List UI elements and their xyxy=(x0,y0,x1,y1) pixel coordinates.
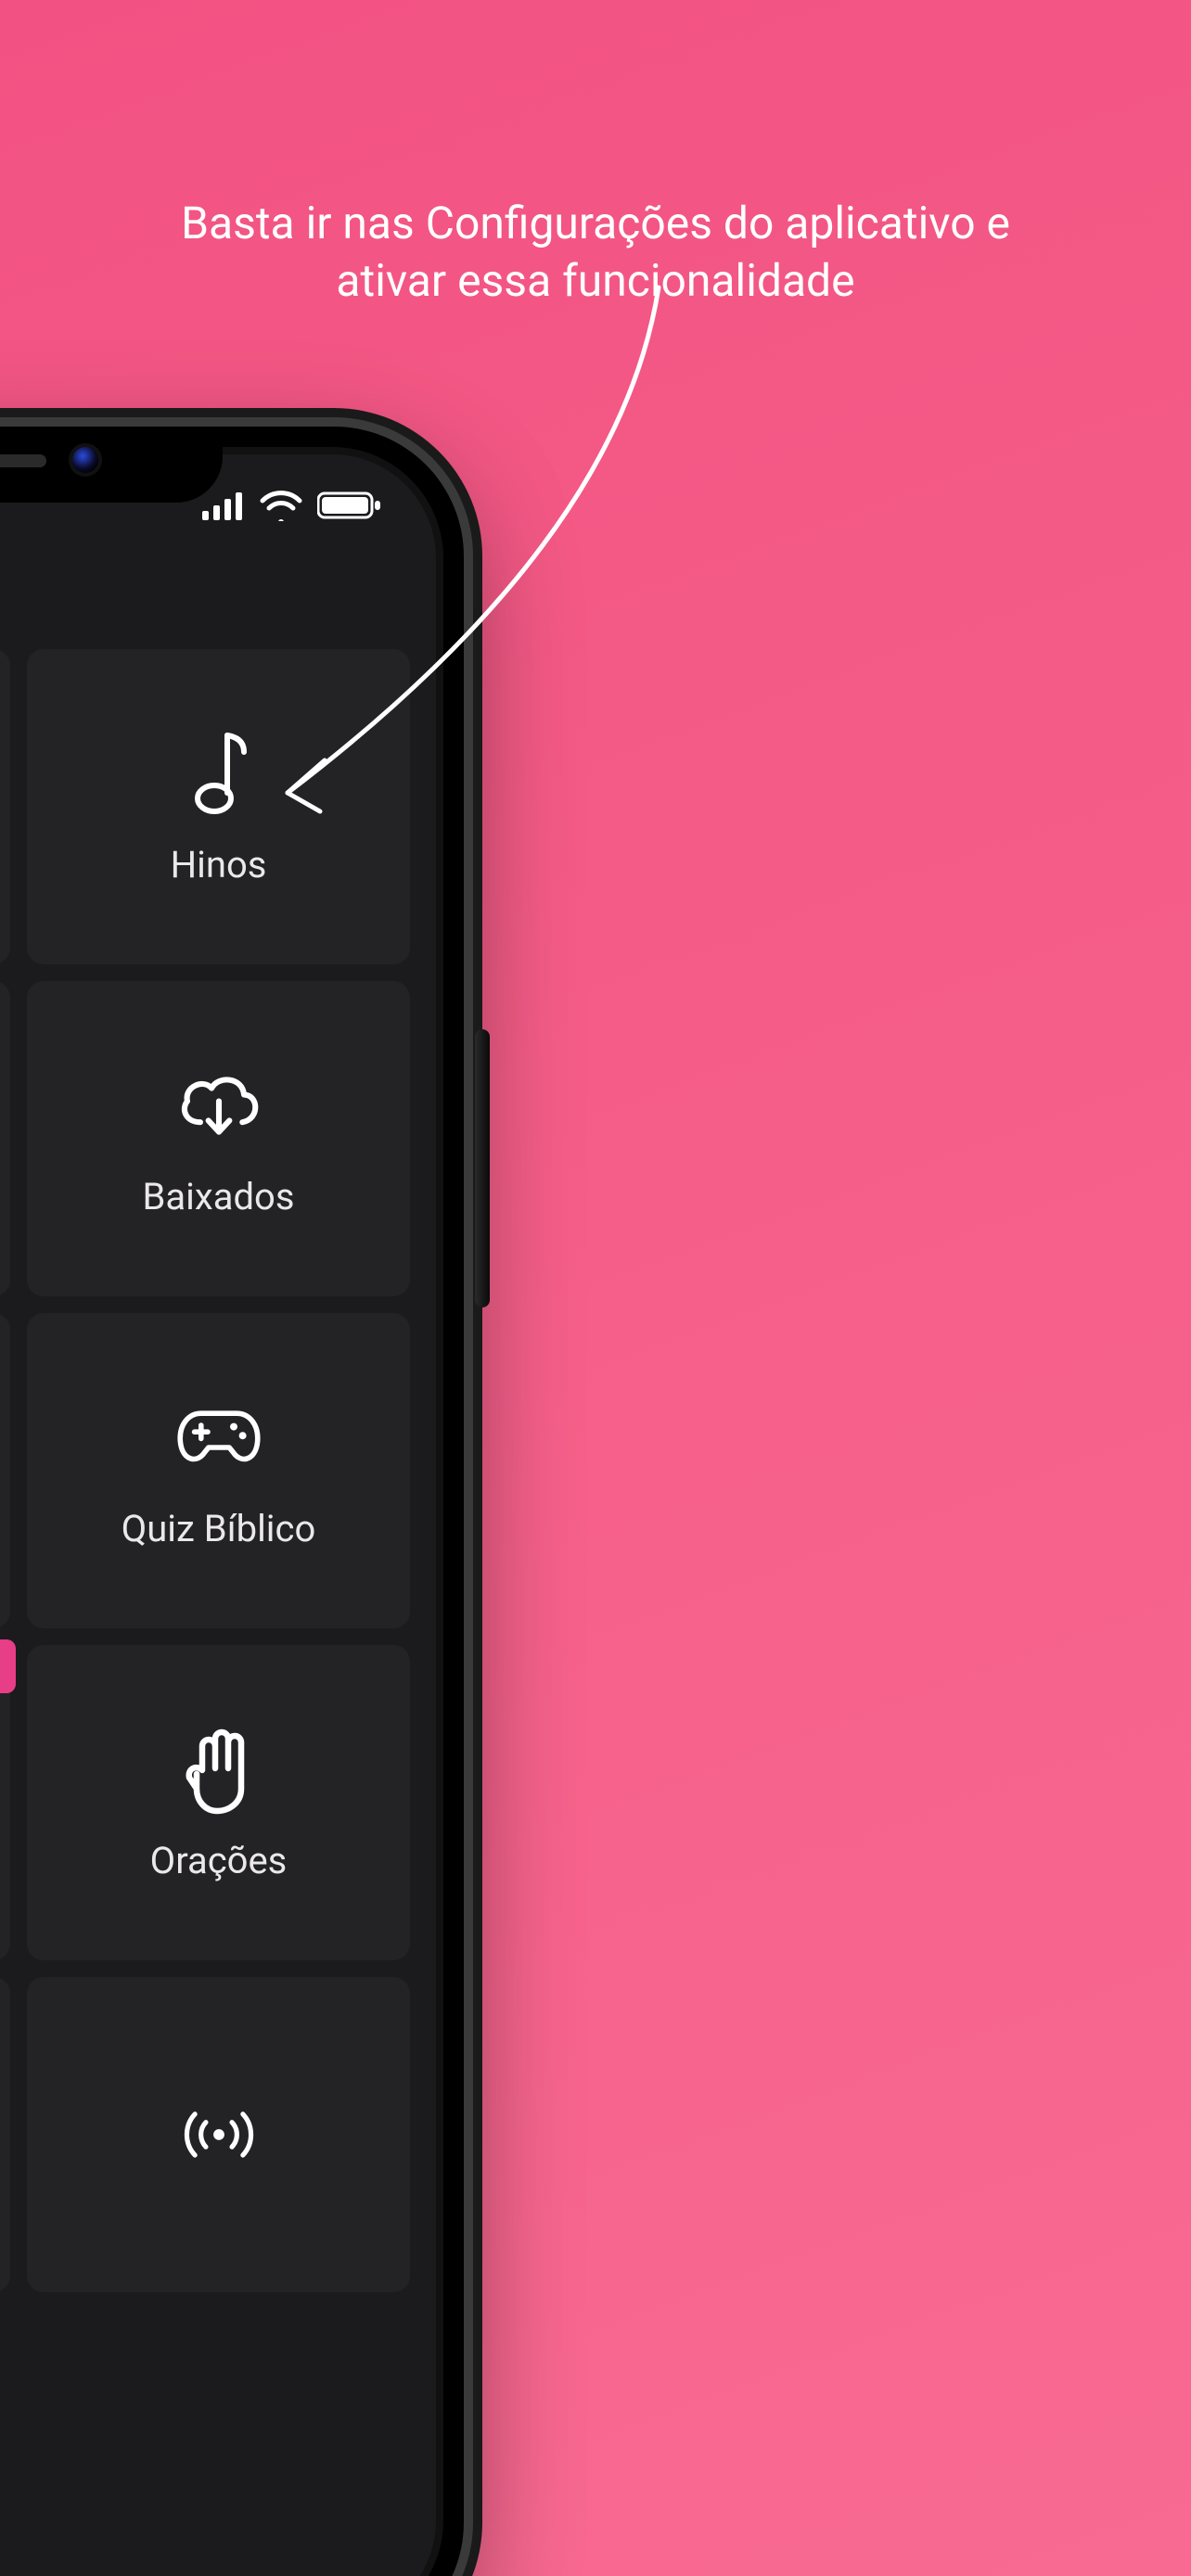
phone-frame: Hinos Baixados uras xyxy=(0,427,464,2576)
hand-icon xyxy=(174,1724,263,1813)
phone-speaker xyxy=(0,454,46,467)
tile-left-3[interactable]: uras xyxy=(0,1313,10,1628)
tile-oracoes[interactable]: Orações xyxy=(27,1645,410,1960)
tile-label-partial: uras xyxy=(0,1548,10,1591)
promo-canvas: Basta ir nas Configurações do aplicativo… xyxy=(0,0,1191,2576)
gamepad-icon xyxy=(174,1392,263,1481)
tile-left-1[interactable] xyxy=(0,649,10,964)
tile-label: Hinos xyxy=(171,843,267,886)
phone-camera xyxy=(72,447,98,473)
cloud-download-icon xyxy=(174,1060,263,1149)
novo-badge: Novo xyxy=(0,1639,16,1693)
tile-left-4[interactable]: Novo dia xyxy=(0,1645,10,1960)
phone-notch xyxy=(0,427,223,503)
phone-screen: Hinos Baixados uras xyxy=(0,454,436,2576)
phone-side-button xyxy=(475,1029,490,1307)
marketing-headline: Basta ir nas Configurações do aplicativo… xyxy=(0,195,1191,311)
tile-label-partial: dia xyxy=(0,1880,10,1923)
tile-label: Quiz Bíblico xyxy=(122,1507,316,1550)
tile-quiz[interactable]: Quiz Bíblico xyxy=(27,1313,410,1628)
tile-label: Orações xyxy=(150,1839,288,1882)
tile-left-5[interactable] xyxy=(0,1977,10,2292)
headline-line-2: ativar essa funcionalidade xyxy=(336,254,854,307)
music-note-icon xyxy=(174,728,263,817)
tile-hinos[interactable]: Hinos xyxy=(27,649,410,964)
broadcast-icon xyxy=(174,2090,263,2179)
battery-icon xyxy=(317,490,382,521)
headline-line-1: Basta ir nas Configurações do aplicativo… xyxy=(181,197,1010,249)
tile-label: Baixados xyxy=(142,1175,294,1218)
tile-left-2[interactable] xyxy=(0,981,10,1296)
tile-baixados[interactable]: Baixados xyxy=(27,981,410,1296)
cellular-signal-icon xyxy=(202,491,245,520)
tile-broadcast[interactable] xyxy=(27,1977,410,2292)
wifi-icon xyxy=(260,490,302,521)
menu-grid: Hinos Baixados uras xyxy=(0,649,436,2576)
